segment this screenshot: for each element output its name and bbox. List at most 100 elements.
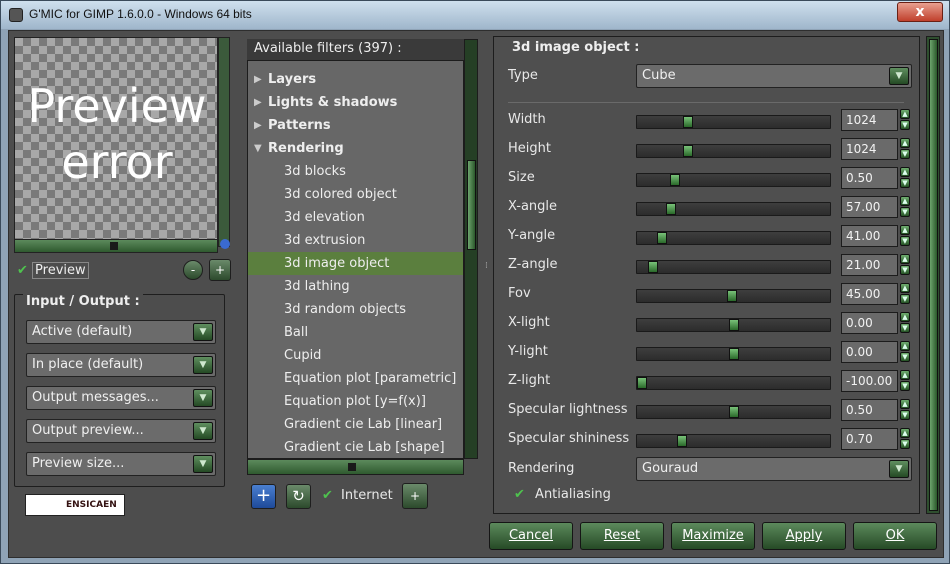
output-messages-select[interactable]: Output messages... ▼: [26, 386, 216, 410]
maximize-button[interactable]: Maximize: [671, 522, 755, 550]
zoom-in-button[interactable]: +: [209, 259, 231, 281]
spin-buttons[interactable]: ▲ ▼: [900, 428, 912, 450]
slider-track[interactable]: [636, 260, 831, 274]
slider-value-field[interactable]: 57.00: [841, 196, 898, 218]
collapsed-arrow-icon[interactable]: ▶: [254, 114, 262, 137]
slider-value-field[interactable]: 0.70: [841, 428, 898, 450]
spin-buttons[interactable]: ▲ ▼: [900, 370, 912, 392]
slider-track[interactable]: [636, 318, 831, 332]
filter-item[interactable]: Gradient cie Lab [linear]: [248, 413, 463, 436]
spin-down-icon[interactable]: ▼: [900, 120, 910, 130]
filter-category[interactable]: ▶ Patterns: [248, 114, 463, 137]
filter-category[interactable]: ▶ Lights & shadows: [248, 91, 463, 114]
output-mode-select[interactable]: In place (default) ▼: [26, 353, 216, 377]
preview-area[interactable]: Preview error: [14, 37, 218, 247]
spin-buttons[interactable]: ▲ ▼: [900, 167, 912, 189]
parameters-vertical-scrollbar[interactable]: [926, 36, 940, 514]
pane-gripper[interactable]: ⁞: [485, 261, 491, 275]
filter-item[interactable]: Cupid: [248, 344, 463, 367]
slider-thumb[interactable]: [729, 348, 739, 360]
preview-size-select[interactable]: Preview size... ▼: [26, 452, 216, 476]
slider-thumb[interactable]: [666, 203, 676, 215]
slider-value-field[interactable]: 0.50: [841, 399, 898, 421]
preview-horizontal-scrollbar[interactable]: [14, 239, 218, 253]
slider-value-field[interactable]: 0.00: [841, 341, 898, 363]
spin-down-icon[interactable]: ▼: [900, 236, 910, 246]
spin-up-icon[interactable]: ▲: [900, 167, 910, 177]
input-layers-select[interactable]: Active (default) ▼: [26, 320, 216, 344]
zoom-out-button[interactable]: -: [183, 260, 203, 280]
spin-down-icon[interactable]: ▼: [900, 294, 910, 304]
slider-value-field[interactable]: 41.00: [841, 225, 898, 247]
slider-value-field[interactable]: 0.00: [841, 312, 898, 334]
slider-track[interactable]: [636, 434, 831, 448]
spin-down-icon[interactable]: ▼: [900, 323, 910, 333]
spin-up-icon[interactable]: ▲: [900, 254, 910, 264]
reset-button[interactable]: Reset: [580, 522, 664, 550]
collapsed-arrow-icon[interactable]: ▶: [254, 68, 262, 91]
slider-track[interactable]: [636, 289, 831, 303]
spin-down-icon[interactable]: ▼: [900, 352, 910, 362]
filter-item[interactable]: 3d lathing: [248, 275, 463, 298]
filter-item[interactable]: 3d random objects: [248, 298, 463, 321]
spin-up-icon[interactable]: ▲: [900, 109, 910, 119]
rendering-select[interactable]: Gouraud ▼: [636, 457, 912, 481]
slider-track[interactable]: [636, 376, 831, 390]
spin-up-icon[interactable]: ▲: [900, 138, 910, 148]
close-button[interactable]: x: [897, 2, 943, 22]
expanded-arrow-icon[interactable]: ▼: [254, 137, 262, 160]
ok-button[interactable]: OK: [853, 522, 937, 550]
spin-up-icon[interactable]: ▲: [900, 196, 910, 206]
slider-track[interactable]: [636, 202, 831, 216]
spin-buttons[interactable]: ▲ ▼: [900, 312, 912, 334]
filters-list[interactable]: ▶ Layers ▶ Lights & shadows ▶ Patterns ▼ Render…: [247, 39, 464, 459]
preview-checkbox[interactable]: ✔ Preview: [17, 262, 89, 279]
cancel-button[interactable]: Cancel: [489, 522, 573, 550]
spin-down-icon[interactable]: ▼: [900, 149, 910, 159]
spin-up-icon[interactable]: ▲: [900, 341, 910, 351]
spin-up-icon[interactable]: ▲: [900, 225, 910, 235]
spin-buttons[interactable]: ▲ ▼: [900, 341, 912, 363]
filter-item[interactable]: Gradient cie Lab [shape]: [248, 436, 463, 459]
slider-thumb[interactable]: [657, 232, 667, 244]
preview-vertical-scrollbar[interactable]: [218, 37, 230, 247]
slider-track[interactable]: [636, 144, 831, 158]
slider-track[interactable]: [636, 115, 831, 129]
spin-down-icon[interactable]: ▼: [900, 439, 910, 449]
spin-buttons[interactable]: ▲ ▼: [900, 109, 912, 131]
filter-item[interactable]: 3d extrusion: [248, 229, 463, 252]
antialiasing-checkbox[interactable]: ✔ Antialiasing: [514, 487, 611, 502]
filter-item[interactable]: 3d colored object: [248, 183, 463, 206]
spin-buttons[interactable]: ▲ ▼: [900, 225, 912, 247]
spin-up-icon[interactable]: ▲: [900, 283, 910, 293]
spin-up-icon[interactable]: ▲: [900, 428, 910, 438]
slider-track[interactable]: [636, 231, 831, 245]
internet-checkbox[interactable]: ✔ Internet: [322, 488, 393, 503]
spin-buttons[interactable]: ▲ ▼: [900, 138, 912, 160]
internet-zoom-button[interactable]: +: [402, 483, 428, 509]
slider-thumb[interactable]: [683, 145, 693, 157]
output-preview-select[interactable]: Output preview... ▼: [26, 419, 216, 443]
spin-down-icon[interactable]: ▼: [900, 178, 910, 188]
filter-item[interactable]: Equation plot [parametric]: [248, 367, 463, 390]
apply-button[interactable]: Apply: [762, 522, 846, 550]
collapsed-arrow-icon[interactable]: ▶: [254, 91, 262, 114]
slider-thumb[interactable]: [729, 406, 739, 418]
slider-thumb[interactable]: [648, 261, 658, 273]
slider-thumb[interactable]: [670, 174, 680, 186]
filter-item[interactable]: Ball: [248, 321, 463, 344]
filter-item[interactable]: 3d blocks: [248, 160, 463, 183]
filter-item[interactable]: 3d elevation: [248, 206, 463, 229]
type-select[interactable]: Cube ▼: [636, 64, 912, 88]
slider-value-field[interactable]: 45.00: [841, 283, 898, 305]
filters-vertical-scrollbar[interactable]: [464, 39, 478, 459]
spin-down-icon[interactable]: ▼: [900, 381, 910, 391]
slider-thumb[interactable]: [637, 377, 647, 389]
slider-value-field[interactable]: 21.00: [841, 254, 898, 276]
spin-buttons[interactable]: ▲ ▼: [900, 254, 912, 276]
add-filter-button[interactable]: +: [251, 484, 276, 509]
slider-thumb[interactable]: [729, 319, 739, 331]
slider-value-field[interactable]: 1024: [841, 109, 898, 131]
slider-track[interactable]: [636, 173, 831, 187]
spin-down-icon[interactable]: ▼: [900, 410, 910, 420]
